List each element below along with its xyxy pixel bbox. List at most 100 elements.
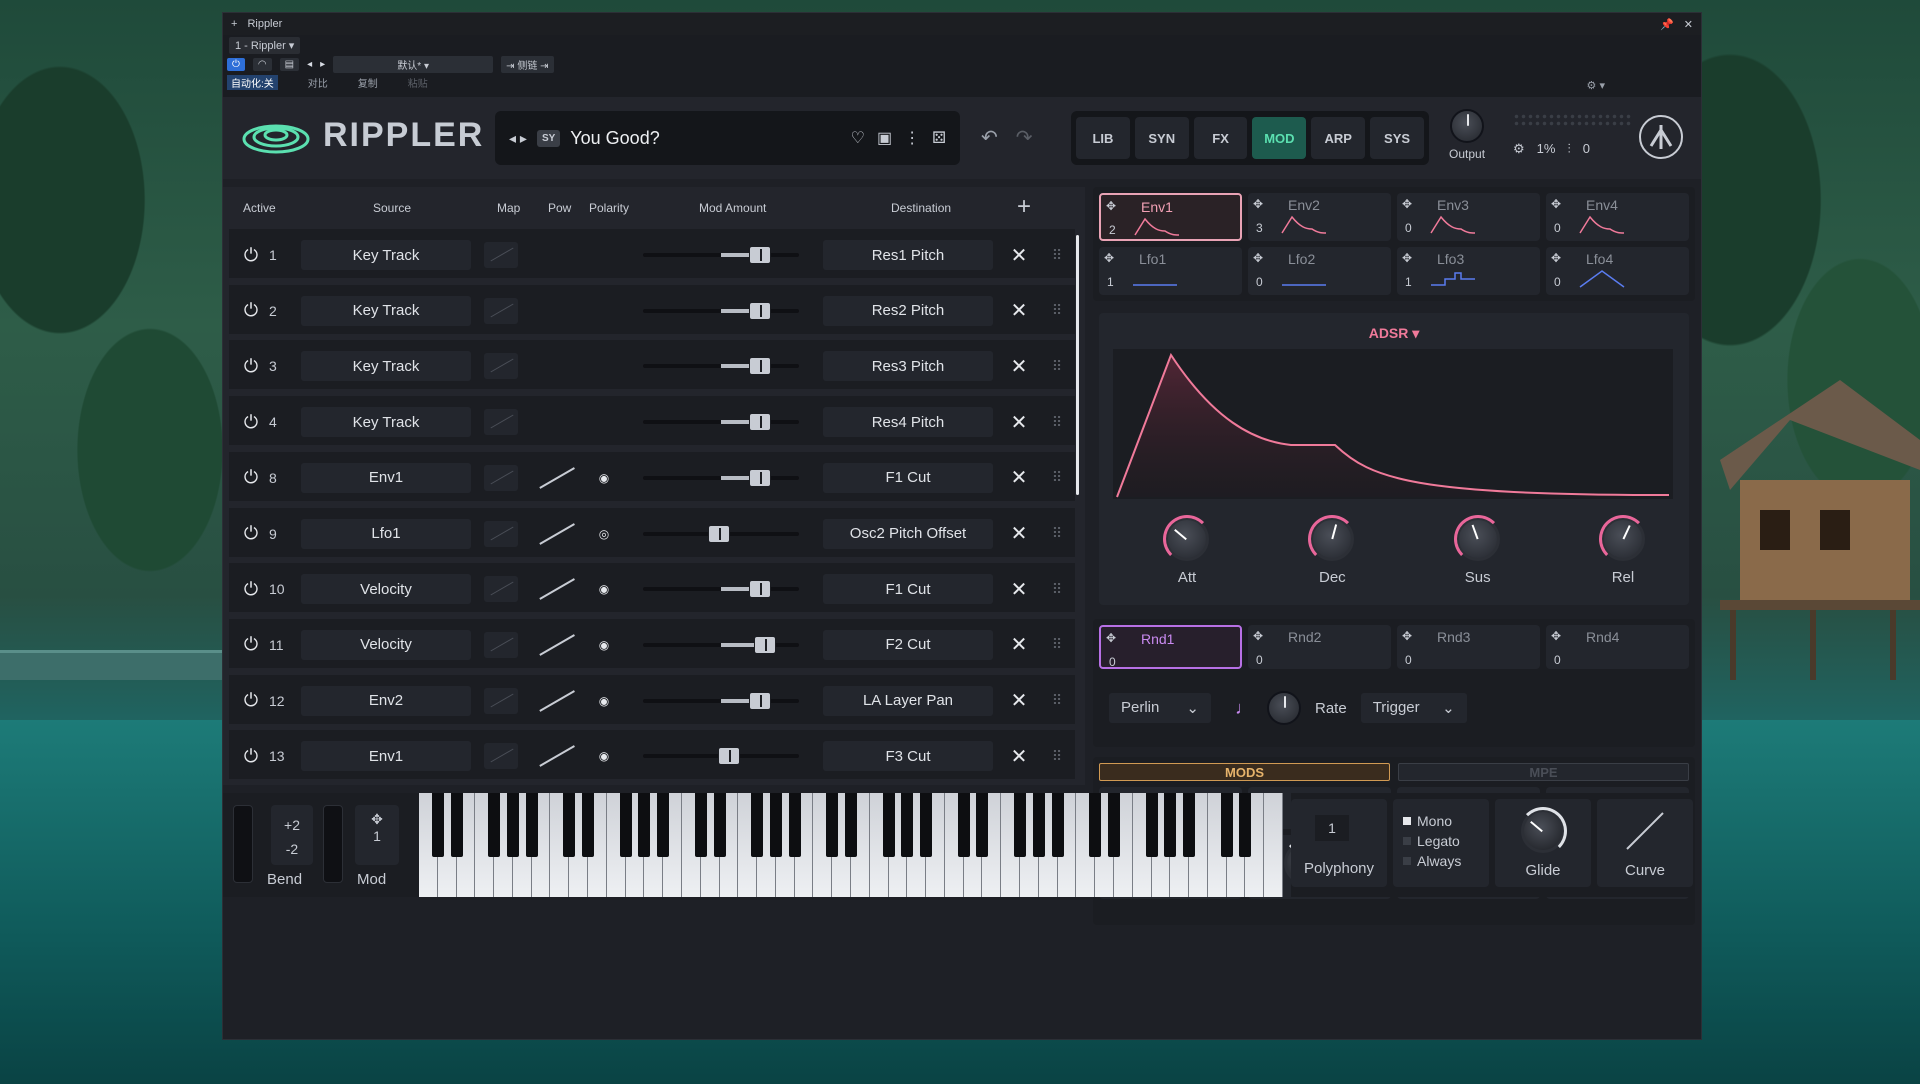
source-select[interactable]: Env1 xyxy=(301,730,471,779)
power-icon[interactable]: ⏻ xyxy=(237,452,265,504)
attack-knob[interactable] xyxy=(1163,515,1211,563)
add-row-button[interactable]: + xyxy=(1017,193,1031,221)
tab-lib[interactable]: LIB xyxy=(1076,117,1130,159)
destination-select[interactable]: Res3 Pitch xyxy=(823,340,993,392)
sidechain-button[interactable]: ⇥ 侧链 ⇥ xyxy=(501,55,554,73)
mod-amount-slider[interactable] xyxy=(641,285,801,337)
map-button[interactable] xyxy=(483,730,519,779)
source-select[interactable]: Lfo1 xyxy=(301,508,471,560)
source-select[interactable]: Key Track xyxy=(301,340,471,392)
drag-handle-icon[interactable]: ⠿ xyxy=(1047,619,1067,671)
destination-select[interactable]: F2 Cut xyxy=(823,619,993,671)
tab-mpe[interactable]: MPE xyxy=(1398,763,1689,781)
noise-type-select[interactable]: Perlin ⌄ xyxy=(1109,693,1211,723)
bypass-icon[interactable]: ◠ xyxy=(252,57,272,71)
move-icon[interactable]: ✥ xyxy=(1402,251,1412,265)
polarity-icon[interactable] xyxy=(593,340,615,392)
rate-knob[interactable] xyxy=(1267,691,1301,725)
pow-curve[interactable] xyxy=(535,730,575,779)
mod-amount-slider[interactable] xyxy=(641,619,801,671)
instance-select[interactable]: 1 - Rippler ▾ xyxy=(229,36,301,54)
black-key[interactable] xyxy=(769,793,782,857)
black-key[interactable] xyxy=(1051,793,1064,857)
polarity-icon[interactable]: ◎ xyxy=(593,508,615,560)
adsr-title[interactable]: ADSR ▾ xyxy=(1099,325,1689,342)
polarity-icon[interactable] xyxy=(593,396,615,448)
black-key[interactable] xyxy=(1145,793,1158,857)
copy-button[interactable]: 复制 xyxy=(358,75,378,90)
black-key[interactable] xyxy=(713,793,726,857)
black-key[interactable] xyxy=(1220,793,1233,857)
move-icon[interactable]: ✥ xyxy=(355,811,399,828)
black-key[interactable] xyxy=(751,793,764,857)
tab-mods[interactable]: MODS xyxy=(1099,763,1390,781)
lfo-slot-lfo1[interactable]: ✥ Lfo1 1 xyxy=(1099,247,1242,295)
lfo-slot-lfo2[interactable]: ✥ Lfo2 0 xyxy=(1248,247,1391,295)
black-key[interactable] xyxy=(1164,793,1177,857)
drag-handle-icon[interactable]: ⠿ xyxy=(1047,285,1067,337)
pow-curve[interactable] xyxy=(535,675,575,727)
move-icon[interactable]: ✥ xyxy=(1253,197,1263,211)
power-button[interactable]: ⏻ xyxy=(227,57,245,71)
rnd-slot-rnd1[interactable]: ✥ Rnd1 0 xyxy=(1099,625,1242,669)
black-key[interactable] xyxy=(525,793,538,857)
remove-icon[interactable]: ✕ xyxy=(1004,340,1034,392)
black-key[interactable] xyxy=(826,793,839,857)
env-slot-env4[interactable]: ✥ Env4 0 xyxy=(1546,193,1689,241)
move-icon[interactable]: ✥ xyxy=(1253,629,1263,643)
move-icon[interactable]: ✥ xyxy=(1551,251,1561,265)
lfo-slot-lfo3[interactable]: ✥ Lfo3 1 xyxy=(1397,247,1540,295)
tab-fx[interactable]: FX xyxy=(1193,117,1248,159)
mod-amount-slider[interactable] xyxy=(641,563,801,615)
destination-select[interactable]: F1 Cut xyxy=(823,452,993,504)
output-knob[interactable] xyxy=(1450,109,1485,143)
pow-curve[interactable] xyxy=(535,508,575,560)
polarity-icon[interactable]: ◉ xyxy=(593,675,615,727)
black-key[interactable] xyxy=(976,793,989,857)
black-key[interactable] xyxy=(582,793,595,857)
mod-amount-slider[interactable] xyxy=(641,340,801,392)
move-icon[interactable]: ✥ xyxy=(1253,251,1263,265)
black-key[interactable] xyxy=(1089,793,1102,857)
drag-handle-icon[interactable]: ⠿ xyxy=(1047,675,1067,727)
bend-range[interactable]: +2 -2 xyxy=(271,805,313,865)
pow-curve[interactable] xyxy=(535,340,575,392)
prev-preset-icon[interactable]: ◂ xyxy=(307,59,312,70)
remove-icon[interactable]: ✕ xyxy=(1004,563,1034,615)
map-button[interactable] xyxy=(483,452,519,504)
mod-amount-slider[interactable] xyxy=(641,675,801,727)
always-option[interactable]: Always xyxy=(1403,851,1479,871)
undo-icon[interactable]: ↶ xyxy=(981,125,998,150)
automation-toggle[interactable]: 自动化:关 xyxy=(227,74,278,90)
remove-icon[interactable]: ✕ xyxy=(1004,285,1034,337)
save-icon[interactable]: ▤ xyxy=(279,57,300,71)
drag-handle-icon[interactable]: ⠿ xyxy=(1047,730,1067,779)
more-icon[interactable]: ⋮ xyxy=(904,128,920,148)
host-preset-select[interactable]: 默认* ▾ xyxy=(333,55,494,73)
preset-browser[interactable]: ◂ ▸ SY You Good? ♡ ▣ ⋮ ⚄ xyxy=(495,111,960,165)
compare-button[interactable]: 对比 xyxy=(308,75,328,90)
glide-knob[interactable] xyxy=(1519,807,1567,855)
black-key[interactable] xyxy=(563,793,576,857)
dice-icon[interactable]: ⚄ xyxy=(932,128,946,148)
pow-curve[interactable] xyxy=(535,229,575,281)
redo-icon[interactable]: ↷ xyxy=(1016,125,1033,150)
move-icon[interactable]: ✥ xyxy=(1402,197,1412,211)
polarity-icon[interactable] xyxy=(593,285,615,337)
black-key[interactable] xyxy=(957,793,970,857)
black-key[interactable] xyxy=(619,793,632,857)
rnd-slot-rnd2[interactable]: ✥ Rnd2 0 xyxy=(1248,625,1391,669)
env-slot-env3[interactable]: ✥ Env3 0 xyxy=(1397,193,1540,241)
sustain-knob[interactable] xyxy=(1453,515,1502,563)
remove-icon[interactable]: ✕ xyxy=(1004,508,1034,560)
tab-arp[interactable]: ARP xyxy=(1311,117,1366,159)
bend-up-value[interactable]: +2 xyxy=(271,813,313,837)
host-settings-icon[interactable]: ⚙ ▾ xyxy=(1587,79,1605,92)
source-select[interactable]: Env1 xyxy=(301,452,471,504)
pin-icon[interactable]: 📌 xyxy=(1660,18,1674,31)
pow-curve[interactable] xyxy=(535,563,575,615)
bend-down-value[interactable]: -2 xyxy=(271,837,313,861)
source-select[interactable]: Env2 xyxy=(301,675,471,727)
black-key[interactable] xyxy=(788,793,801,857)
destination-select[interactable]: LA Layer Pan xyxy=(823,675,993,727)
